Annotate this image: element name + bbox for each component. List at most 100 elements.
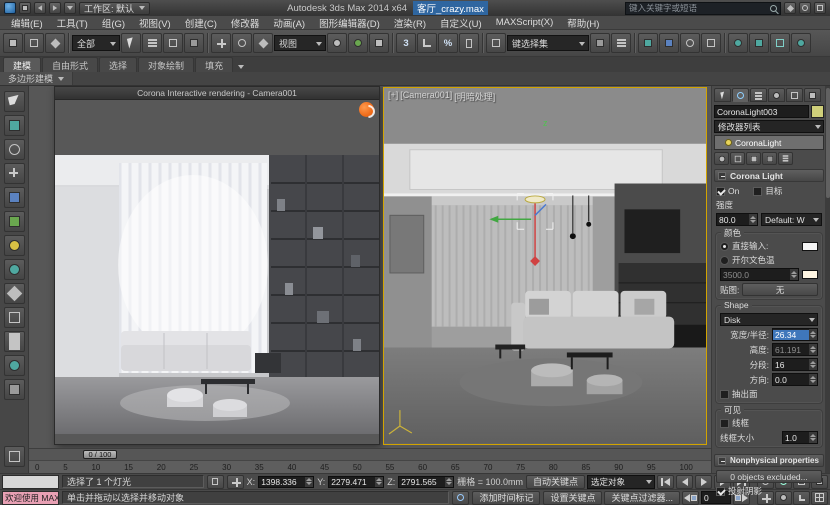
edit-named-selection-sets-icon[interactable] bbox=[486, 33, 506, 53]
favorites-star-icon[interactable] bbox=[784, 2, 796, 14]
go-to-start-button[interactable] bbox=[657, 474, 674, 489]
layers-tool-icon[interactable] bbox=[3, 331, 25, 352]
menu-item[interactable]: 创建(C) bbox=[178, 16, 224, 30]
settings-tool-icon[interactable] bbox=[3, 379, 25, 400]
polygon-modeling-panel[interactable]: 多边形建模 bbox=[0, 72, 74, 85]
menu-item[interactable]: 动画(A) bbox=[266, 16, 312, 30]
intensity-field[interactable]: 80.0 bbox=[716, 213, 758, 226]
search-icon[interactable] bbox=[770, 4, 777, 12]
rectangular-selection-region-icon[interactable] bbox=[163, 33, 183, 53]
select-and-manipulate-icon[interactable] bbox=[348, 33, 368, 53]
render-production-icon[interactable] bbox=[791, 33, 811, 53]
viewport-menu-camera[interactable]: [Camera001] bbox=[400, 90, 452, 103]
menu-item[interactable]: 视图(V) bbox=[132, 16, 178, 30]
segments-field[interactable]: 16 bbox=[772, 358, 818, 371]
object-color-swatch[interactable] bbox=[811, 105, 824, 118]
graphite-ribbon-toggle-icon[interactable] bbox=[659, 33, 679, 53]
app-logo-icon[interactable] bbox=[4, 2, 16, 14]
menu-item[interactable]: MAXScript(X) bbox=[489, 16, 561, 29]
menu-item[interactable]: 自定义(U) bbox=[433, 16, 489, 30]
target-checkbox[interactable] bbox=[753, 186, 763, 196]
undo-icon[interactable] bbox=[34, 2, 46, 14]
named-selection-sets-dropdown[interactable]: 键选择集 bbox=[507, 35, 589, 51]
utilities-tab-icon[interactable] bbox=[804, 88, 821, 102]
redo-icon[interactable] bbox=[49, 2, 61, 14]
tab-freeform[interactable]: 自由形式 bbox=[42, 57, 99, 72]
viewport-menu-shading[interactable]: [明暗处理] bbox=[454, 90, 495, 103]
kelvin-radio[interactable] bbox=[720, 255, 729, 265]
isolate-toggle-icon[interactable] bbox=[3, 446, 25, 467]
intensity-units-dropdown[interactable]: Default: W bbox=[761, 213, 822, 226]
configure-modifier-sets-icon[interactable] bbox=[778, 152, 793, 165]
modifier-stack[interactable]: CoronaLight bbox=[714, 135, 824, 150]
curve-editor-icon[interactable] bbox=[680, 33, 700, 53]
selection-filter-dropdown[interactable]: 全部 bbox=[72, 35, 120, 51]
mirror-icon[interactable] bbox=[590, 33, 610, 53]
geometry-tool-icon[interactable] bbox=[3, 211, 25, 232]
direct-input-radio[interactable] bbox=[720, 241, 729, 251]
stack-item-light[interactable]: CoronaLight bbox=[715, 136, 823, 149]
width-radius-field[interactable]: 26.34 bbox=[772, 328, 818, 341]
rendered-frame-window-icon[interactable] bbox=[770, 33, 790, 53]
rollout-nonphysical-header[interactable]: Nonphysical properties bbox=[714, 454, 824, 467]
link-tool-icon[interactable] bbox=[3, 115, 25, 136]
hierarchy-tab-icon[interactable] bbox=[750, 88, 767, 102]
z-coordinate-field[interactable]: 2791.565 bbox=[398, 475, 455, 488]
spinner-snap-icon[interactable] bbox=[459, 33, 479, 53]
bind-to-space-warp-icon[interactable] bbox=[45, 33, 65, 53]
viewport-area[interactable]: Corona Interactive rendering - Camera001 bbox=[29, 86, 711, 448]
align-icon[interactable] bbox=[611, 33, 631, 53]
spinner-icon[interactable] bbox=[749, 214, 757, 225]
workspace-dropdown[interactable]: 工作区: 默认 bbox=[79, 1, 151, 15]
absolute-mode-icon[interactable] bbox=[226, 474, 244, 489]
tab-object-paint[interactable]: 对象绘制 bbox=[138, 57, 195, 72]
wireframe-checkbox[interactable] bbox=[720, 418, 729, 428]
maxscript-macro-lane[interactable]: 欢迎使用 MAXScript bbox=[2, 490, 59, 505]
render-setup-icon[interactable] bbox=[749, 33, 769, 53]
schematic-view-icon[interactable] bbox=[701, 33, 721, 53]
modifier-list-dropdown[interactable]: 修改器列表 bbox=[714, 120, 824, 133]
y-coordinate-field[interactable]: 2279.471 bbox=[328, 475, 385, 488]
time-slider-handle[interactable]: 0 / 100 bbox=[83, 450, 117, 459]
camera-viewport[interactable]: z [+] [Camera001] [明暗处理] bbox=[383, 87, 707, 445]
menu-item[interactable]: 图形编辑器(D) bbox=[312, 16, 387, 30]
modify-tab-icon[interactable] bbox=[732, 88, 749, 102]
reference-coordinate-dropdown[interactable]: 视图 bbox=[274, 35, 326, 51]
add-time-tag-button[interactable]: 添加时间标记 bbox=[472, 490, 541, 505]
tab-selection[interactable]: 选择 bbox=[99, 57, 138, 72]
viewport-menu-general[interactable]: [+] bbox=[388, 90, 398, 103]
make-unique-icon[interactable] bbox=[746, 152, 761, 165]
layer-manager-icon[interactable] bbox=[638, 33, 658, 53]
tab-modeling[interactable]: 建模 bbox=[3, 57, 42, 72]
shape-type-dropdown[interactable]: Disk bbox=[720, 313, 818, 326]
select-and-link-icon[interactable] bbox=[3, 33, 23, 53]
display-tab-icon[interactable] bbox=[786, 88, 803, 102]
material-tool-icon[interactable] bbox=[3, 259, 25, 280]
snap-toggle-3d-icon[interactable]: 3 bbox=[396, 33, 416, 53]
emit-checkbox[interactable] bbox=[720, 389, 729, 399]
ribbon-overflow-icon[interactable] bbox=[238, 65, 245, 69]
spinner-icon[interactable] bbox=[445, 476, 454, 487]
show-end-result-icon[interactable] bbox=[730, 152, 745, 165]
previous-key-button[interactable] bbox=[682, 490, 699, 505]
spinner-icon[interactable] bbox=[809, 432, 817, 443]
rollout-corona-light-header[interactable]: Corona Light bbox=[714, 169, 824, 182]
communication-center-icon[interactable] bbox=[799, 2, 811, 14]
wire-size-field[interactable]: 1.0 bbox=[782, 431, 818, 444]
panel-scrollbar[interactable] bbox=[825, 86, 830, 473]
menu-item[interactable]: 组(G) bbox=[95, 16, 132, 30]
spinner-icon[interactable] bbox=[809, 359, 817, 370]
motion-tab-icon[interactable] bbox=[768, 88, 785, 102]
render-tool-icon[interactable] bbox=[3, 355, 25, 376]
undo-history-icon[interactable] bbox=[64, 2, 76, 14]
spinner-icon[interactable] bbox=[790, 269, 798, 280]
select-and-move-icon[interactable] bbox=[211, 33, 231, 53]
direction-field[interactable]: 0.0 bbox=[772, 373, 818, 386]
height-field[interactable]: 61.191 bbox=[772, 343, 818, 356]
on-checkbox[interactable] bbox=[716, 186, 725, 196]
select-object-icon[interactable] bbox=[121, 33, 141, 53]
object-name-field[interactable]: CoronaLight003 bbox=[714, 105, 809, 118]
keyboard-override-icon[interactable] bbox=[369, 33, 389, 53]
cast-shadows-checkbox[interactable] bbox=[716, 486, 725, 496]
pin-stack-icon[interactable] bbox=[714, 152, 729, 165]
